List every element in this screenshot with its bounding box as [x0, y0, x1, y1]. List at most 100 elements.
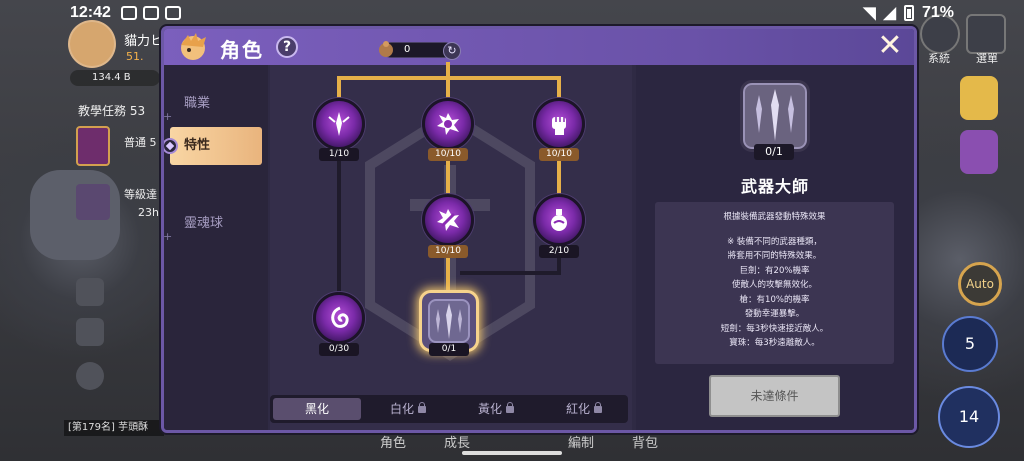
player-name: 貓力ヒ [124, 34, 164, 49]
hero-portrait-purple[interactable] [960, 130, 998, 174]
tab-label: 黑化 [304, 402, 329, 416]
nav-item-label: 職業 [184, 96, 211, 111]
youtube-icon [142, 6, 159, 20]
task-level-label: 等級達 [124, 188, 157, 201]
status-time: 12:42 [70, 4, 111, 21]
shield-crack-icon [437, 209, 459, 231]
tutorial-task[interactable]: 教學任務 53 [78, 102, 145, 119]
battery-percent: 71% [921, 4, 954, 21]
tab-white[interactable]: 白化 [364, 395, 452, 423]
condition-not-met-button[interactable]: 未達條件 [709, 375, 840, 417]
nav-formation[interactable]: 編制 [568, 432, 594, 451]
desc-line: ※ 裝備不同的武器種類， [727, 236, 822, 247]
tab-red[interactable]: 紅化 [540, 395, 628, 423]
character-head-icon [181, 33, 206, 60]
nav-item-label: 靈魂球 [184, 216, 224, 231]
desc-line: 短劍：每3秒快速接近敵人。 [720, 323, 829, 334]
signal-icon: ◢ [883, 5, 896, 22]
tree-line [337, 76, 341, 98]
node-level-label: 2/10 [539, 245, 579, 258]
auto-button[interactable]: Auto [958, 262, 1002, 306]
gesture-bar[interactable] [462, 451, 562, 455]
notification-icon [120, 6, 137, 20]
fist-icon [552, 117, 566, 135]
trait-node-spirit-orb[interactable] [313, 292, 365, 344]
desc-line: 發動幸運暴擊。 [744, 309, 805, 319]
detail-level: 0/1 [754, 144, 794, 160]
shatter-icon [437, 113, 459, 135]
skill-button-2[interactable]: 14 [938, 386, 1000, 448]
side-phone-icon[interactable] [76, 318, 104, 346]
potion-icon [551, 209, 567, 231]
node-level-label: 10/10 [428, 245, 468, 258]
node-frame [428, 299, 470, 343]
node-level-label: 0/1 [429, 343, 469, 356]
detail-description: 根據裝備武器發動特殊效果 ※ 裝備不同的武器種類， 將套用不同的特殊效果。 巨劍… [655, 202, 894, 364]
nav-item-soul-orb[interactable]: + 靈魂球 [164, 205, 262, 243]
trait-node-shield-crack[interactable] [422, 194, 474, 246]
bottom-nav: 角色 成長 編制 背包 [380, 432, 658, 451]
tree-line [337, 160, 341, 298]
nav-growth[interactable]: 成長 [444, 432, 470, 451]
nav-bag[interactable]: 背包 [632, 432, 658, 451]
task-card-icon[interactable] [76, 126, 110, 166]
tree-line [460, 271, 561, 275]
lock-icon [594, 402, 602, 413]
transform-tabs: 黑化 白化 黃化 紅化 [270, 395, 628, 423]
nav-character[interactable]: 角色 [380, 432, 406, 451]
desc-line: 巨劍：有20%機率 [739, 265, 810, 276]
tab-yellow[interactable]: 黃化 [452, 395, 540, 423]
bag-icon [379, 41, 393, 57]
trait-node-sword-burst[interactable] [313, 98, 365, 150]
skill-button-1[interactable]: 5 [942, 316, 998, 372]
close-button[interactable]: ✕ [876, 31, 904, 61]
modal-header: 角色 ? ✕ [164, 29, 914, 65]
trait-node-shatter[interactable] [422, 98, 474, 150]
ranking-label: [第179名] 芋頭酥 [64, 420, 164, 436]
desc-line: 使敵人的攻擊無效化。 [731, 280, 817, 290]
system-label: 系統 [928, 52, 950, 65]
plus-icon: + [163, 230, 173, 243]
tab-black[interactable]: 黑化 [273, 398, 361, 420]
selected-indicator-icon [164, 138, 178, 154]
spirit-orb-icon [331, 306, 349, 328]
nav-item-job[interactable]: + 職業 [164, 85, 262, 123]
node-level-label: 0/30 [319, 343, 359, 356]
desc-intro: 根據裝備武器發動特殊效果 [723, 212, 826, 222]
lock-icon [506, 402, 514, 413]
tab-label: 白化 [389, 402, 414, 416]
help-button[interactable]: ? [276, 36, 298, 58]
status-bar: 12:42 ◥ ◢ 71% [0, 0, 1024, 26]
counter-value: 0 [404, 44, 411, 55]
side-box-icon[interactable] [76, 278, 104, 306]
tab-label: 黃化 [477, 402, 502, 416]
node-level-label: 10/10 [428, 148, 468, 161]
gold-counter: 134.4 B [70, 70, 160, 86]
desc-line: 槍：有10%的機率 [739, 294, 810, 305]
detail-title: 武器大師 [740, 177, 809, 196]
desc-line: 寶珠：每3秒遠離敵人。 [729, 338, 820, 348]
node-level-label: 1/10 [319, 148, 359, 161]
hero-portrait-blonde[interactable] [960, 76, 998, 120]
timer-label: 23h [138, 206, 159, 219]
side-compass-icon[interactable] [76, 362, 104, 390]
tree-line [446, 160, 450, 196]
trait-node-fist[interactable] [533, 98, 585, 150]
nav-item-traits[interactable]: 特性 [164, 127, 262, 165]
sword-burst-icon [328, 112, 350, 136]
weapon-master-icon [756, 89, 794, 141]
reset-button[interactable]: ↻ [443, 42, 461, 60]
node-level-label: 10/10 [539, 148, 579, 161]
desc-line: 將套用不同的特殊效果。 [727, 251, 822, 261]
weapon-master-icon [436, 303, 462, 339]
trait-node-potion[interactable] [533, 194, 585, 246]
side-nav: + 職業 特性 + 靈魂球 [164, 65, 268, 430]
gift-icon[interactable] [76, 184, 110, 220]
nav-item-label: 特性 [184, 138, 211, 153]
tree-line [557, 76, 561, 98]
menu-label: 選單 [976, 52, 998, 65]
task-normal-label: 普通 5 [124, 136, 157, 149]
player-avatar[interactable] [68, 20, 116, 68]
player-power: 51. [126, 50, 144, 63]
detail-trait-icon [740, 80, 810, 152]
